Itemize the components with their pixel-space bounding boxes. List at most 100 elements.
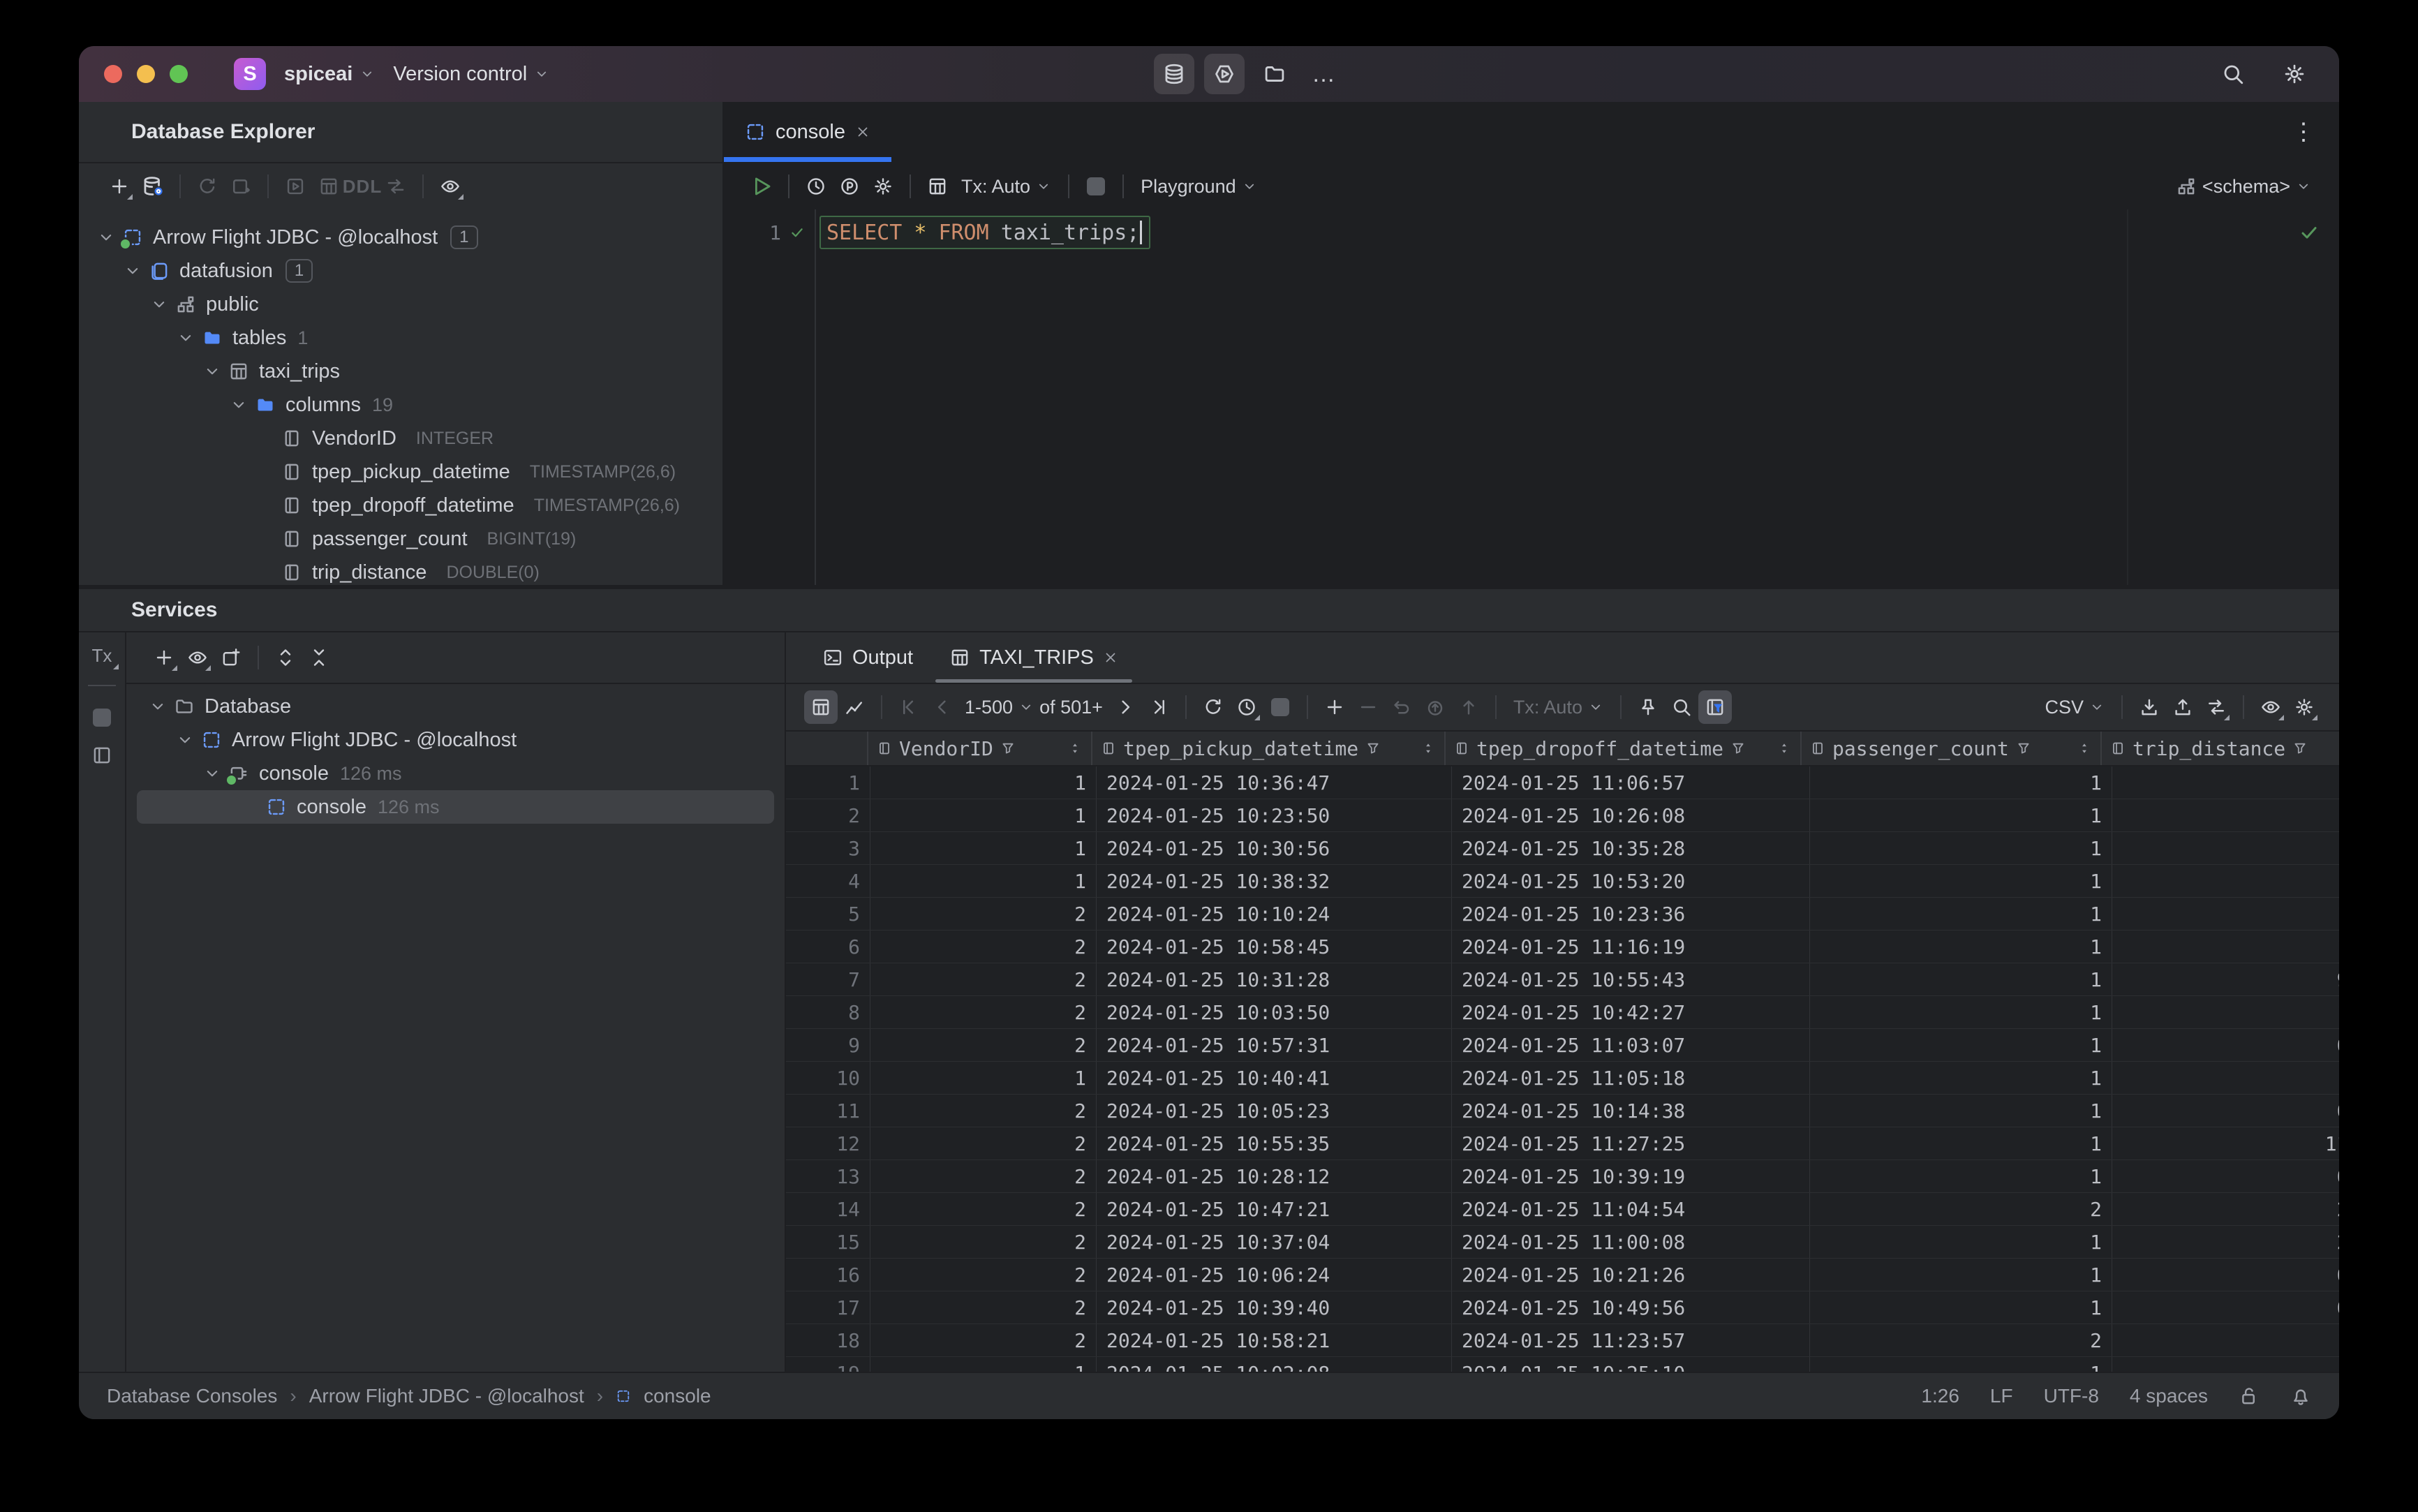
show-options-button[interactable] bbox=[181, 641, 214, 674]
grid-corner[interactable] bbox=[786, 732, 868, 765]
row-number[interactable]: 10 bbox=[786, 1062, 870, 1094]
cell[interactable]: 2024-01-25 10:23:36 bbox=[1452, 898, 1810, 930]
collapse-all-button[interactable] bbox=[302, 641, 336, 674]
file-encoding[interactable]: UTF-8 bbox=[2044, 1385, 2099, 1407]
cell[interactable]: 2024-01-25 10:53:20 bbox=[1452, 865, 1810, 897]
cell[interactable]: 2 bbox=[870, 1291, 1097, 1324]
cell[interactable]: 1 bbox=[1810, 996, 2112, 1028]
cell[interactable]: 1 bbox=[870, 865, 1097, 897]
delete-row-button[interactable] bbox=[1351, 690, 1385, 724]
more-toolbar-icon[interactable]: … bbox=[1312, 61, 1337, 88]
cell[interactable]: 2024-01-25 10:55:35 bbox=[1097, 1127, 1452, 1159]
previous-page-button[interactable] bbox=[926, 690, 959, 724]
expand-all-button[interactable] bbox=[269, 641, 302, 674]
grid-settings-button[interactable] bbox=[2287, 690, 2321, 724]
cell[interactable]: 1 bbox=[870, 1357, 1097, 1372]
row-number[interactable]: 18 bbox=[786, 1324, 870, 1356]
search-everywhere-button[interactable] bbox=[2216, 57, 2250, 91]
project-view-button[interactable] bbox=[1254, 54, 1295, 94]
services-tree-item[interactable]: console 126 ms bbox=[137, 790, 774, 824]
cell[interactable]: 0.76 bbox=[2112, 1029, 2339, 1061]
submit-button[interactable] bbox=[1452, 690, 1485, 724]
grid-view-button[interactable] bbox=[804, 690, 838, 724]
sort-icon[interactable] bbox=[1067, 741, 1083, 756]
cell[interactable]: 1.8 bbox=[2112, 1062, 2339, 1094]
add-service-button[interactable] bbox=[147, 641, 181, 674]
revert-button[interactable] bbox=[1385, 690, 1418, 724]
services-tree-item[interactable]: Arrow Flight JDBC - @localhost bbox=[126, 723, 785, 757]
cell[interactable]: 2024-01-25 10:10:24 bbox=[1097, 898, 1452, 930]
cell[interactable]: 2024-01-25 10:35:28 bbox=[1452, 832, 1810, 864]
cell[interactable]: 0.98 bbox=[2112, 1259, 2339, 1291]
tab-taxi-trips[interactable]: TAXI_TRIPS bbox=[931, 632, 1136, 683]
filter-icon[interactable] bbox=[1365, 741, 1381, 756]
close-window-button[interactable] bbox=[104, 65, 122, 83]
stop-query-button[interactable] bbox=[1263, 690, 1297, 724]
cell[interactable]: 1 bbox=[1810, 1259, 2112, 1291]
grid-view-options-button[interactable] bbox=[2254, 690, 2287, 724]
history-button[interactable] bbox=[799, 170, 833, 203]
explorer-tree-item[interactable]: tables 1 bbox=[79, 321, 722, 355]
cell[interactable]: 1 bbox=[870, 1062, 1097, 1094]
row-number[interactable]: 3 bbox=[786, 832, 870, 864]
settings-button[interactable] bbox=[2278, 57, 2311, 91]
cell[interactable]: 2 bbox=[870, 1226, 1097, 1258]
open-query-console-button[interactable] bbox=[279, 170, 312, 203]
explorer-tree-item[interactable]: trip_distance DOUBLE(0) bbox=[79, 556, 722, 585]
filter-icon[interactable] bbox=[1000, 741, 1016, 756]
explorer-tree-item[interactable]: passenger_count BIGINT(19) bbox=[79, 522, 722, 556]
cell[interactable]: 2024-01-25 10:02:08 bbox=[1097, 1357, 1452, 1372]
cell[interactable]: 1 bbox=[1810, 931, 2112, 963]
cell[interactable]: 2024-01-25 10:28:12 bbox=[1097, 1160, 1452, 1192]
row-number[interactable]: 16 bbox=[786, 1259, 870, 1291]
cell[interactable]: 18.6 bbox=[2112, 996, 2339, 1028]
cell[interactable]: 2 bbox=[870, 1259, 1097, 1291]
pin-tab-button[interactable] bbox=[1631, 690, 1665, 724]
in-editor-results-button[interactable] bbox=[921, 170, 954, 203]
cell[interactable]: 1 bbox=[1810, 1357, 2112, 1372]
cell[interactable]: 1.47 bbox=[2112, 1324, 2339, 1356]
services-tree-item[interactable]: console 126 ms bbox=[126, 757, 785, 790]
cell[interactable]: 1 bbox=[1810, 898, 2112, 930]
cell[interactable]: 2 bbox=[870, 931, 1097, 963]
breadcrumb-item[interactable]: Arrow Flight JDBC - @localhost bbox=[309, 1385, 584, 1407]
cell[interactable]: 2024-01-25 10:38:32 bbox=[1097, 865, 1452, 897]
cell[interactable]: 2024-01-25 11:03:07 bbox=[1452, 1029, 1810, 1061]
row-number[interactable]: 11 bbox=[786, 1095, 870, 1127]
breadcrumb-item[interactable]: Database Consoles bbox=[107, 1385, 277, 1407]
cell[interactable]: 1.3 bbox=[2112, 865, 2339, 897]
cell[interactable]: 2.9 bbox=[2112, 766, 2339, 799]
cell[interactable]: 1 bbox=[1810, 1095, 2112, 1127]
cell[interactable]: 1.14 bbox=[2112, 931, 2339, 963]
cell[interactable]: 1 bbox=[1810, 1029, 2112, 1061]
cell[interactable]: 2024-01-25 11:27:25 bbox=[1452, 1127, 1810, 1159]
services-tree-item[interactable]: Database bbox=[126, 690, 785, 723]
explorer-tree-item[interactable]: tpep_pickup_datetime TIMESTAMP(26,6) bbox=[79, 455, 722, 489]
filter-panel-button[interactable] bbox=[1698, 690, 1732, 724]
cell[interactable]: 2 bbox=[870, 898, 1097, 930]
new-item-button[interactable] bbox=[103, 170, 136, 203]
database-tool-button[interactable] bbox=[1154, 54, 1194, 94]
row-number[interactable]: 14 bbox=[786, 1193, 870, 1225]
cell[interactable]: 2 bbox=[1810, 1193, 2112, 1225]
cell[interactable]: 0.68 bbox=[2112, 1095, 2339, 1127]
cell[interactable]: 2.46 bbox=[2112, 1226, 2339, 1258]
cell[interactable]: 1 bbox=[1810, 1160, 2112, 1192]
playground-select[interactable]: Playground bbox=[1141, 176, 1257, 198]
reload-page-button[interactable] bbox=[1196, 690, 1230, 724]
cell[interactable]: 1.07 bbox=[2112, 898, 2339, 930]
sort-icon[interactable] bbox=[1777, 741, 1792, 756]
cell[interactable]: 2024-01-25 10:21:26 bbox=[1452, 1259, 1810, 1291]
parameters-button[interactable] bbox=[833, 170, 866, 203]
tab-output[interactable]: Output bbox=[804, 632, 931, 683]
cell[interactable]: 0.75 bbox=[2112, 1160, 2339, 1192]
caret-position[interactable]: 1:26 bbox=[1921, 1385, 1959, 1407]
cell[interactable]: 0.43 bbox=[2112, 1291, 2339, 1324]
close-tab-icon[interactable] bbox=[1103, 650, 1118, 665]
cell[interactable]: 2024-01-25 11:06:57 bbox=[1452, 766, 1810, 799]
row-number[interactable]: 13 bbox=[786, 1160, 870, 1192]
jump-to-console-button[interactable] bbox=[224, 170, 258, 203]
column-header-tpep_pickup_datetime[interactable]: tpep_pickup_datetime bbox=[1092, 732, 1446, 765]
open-in-new-tab-button[interactable] bbox=[214, 641, 248, 674]
cell[interactable]: 1 bbox=[1810, 1062, 2112, 1094]
